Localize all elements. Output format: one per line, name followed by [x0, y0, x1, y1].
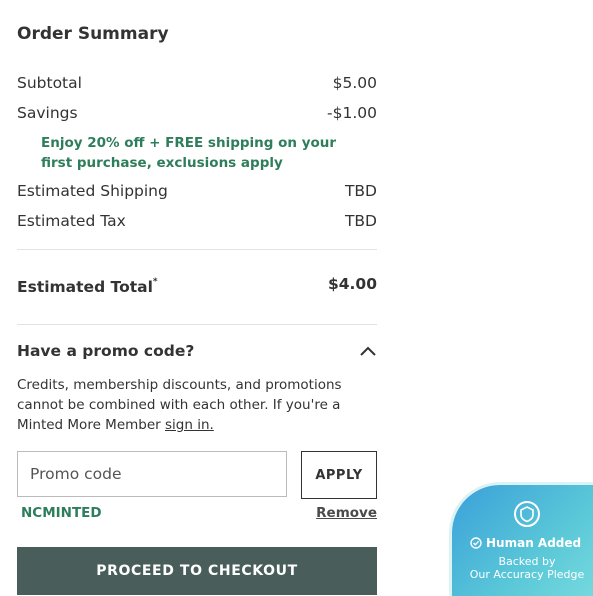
promo-code-heading: Have a promo code?: [17, 342, 195, 360]
tax-label: Estimated Tax: [17, 212, 126, 230]
tax-value: TBD: [344, 212, 377, 230]
applied-promo-code: NCMINTED: [21, 505, 102, 521]
divider: [17, 249, 377, 250]
shield-check-icon: [514, 501, 540, 527]
badge-sub-line1: Backed by: [498, 555, 556, 568]
estimated-total-row: Estimated Total* $4.00: [17, 275, 377, 301]
promo-description: Credits, membership discounts, and promo…: [17, 375, 377, 435]
badge-sub-line2: Our Accuracy Pledge: [469, 568, 585, 581]
estimated-total-value: $4.00: [327, 275, 377, 293]
savings-label: Savings: [17, 104, 78, 122]
apply-button[interactable]: APPLY: [301, 451, 377, 499]
chevron-up-icon[interactable]: [359, 344, 377, 358]
badge-headline: Human Added: [470, 536, 581, 550]
shipping-label: Estimated Shipping: [17, 182, 168, 200]
check-circle-icon: [470, 537, 482, 549]
promo-code-toggle[interactable]: Have a promo code?: [17, 340, 377, 364]
accuracy-pledge-badge[interactable]: Human Added Backed by Our Accuracy Pledg…: [452, 485, 593, 596]
estimated-total-label: Estimated Total*: [17, 276, 158, 296]
subtotal-label: Subtotal: [17, 74, 82, 92]
promo-code-input[interactable]: [17, 451, 287, 497]
footnote-marker: *: [152, 276, 158, 287]
badge-subtext: Backed by Our Accuracy Pledge: [452, 555, 593, 581]
subtotal-value: $5.00: [332, 74, 377, 92]
badge-headline-text: Human Added: [486, 536, 582, 550]
shipping-value: TBD: [344, 182, 377, 200]
sign-in-link[interactable]: sign in.: [165, 417, 214, 433]
divider: [17, 324, 377, 325]
order-summary-title: Order Summary: [17, 24, 169, 44]
proceed-to-checkout-button[interactable]: PROCEED TO CHECKOUT: [17, 547, 377, 595]
savings-value: -$1.00: [327, 104, 377, 122]
savings-promo-message: Enjoy 20% off + FREE shipping on your fi…: [41, 135, 337, 171]
checkout-page: Order Summary Subtotal $5.00 Savings -$1…: [0, 0, 593, 596]
estimated-total-label-text: Estimated Total: [17, 278, 153, 296]
remove-promo-link[interactable]: Remove: [316, 505, 377, 521]
